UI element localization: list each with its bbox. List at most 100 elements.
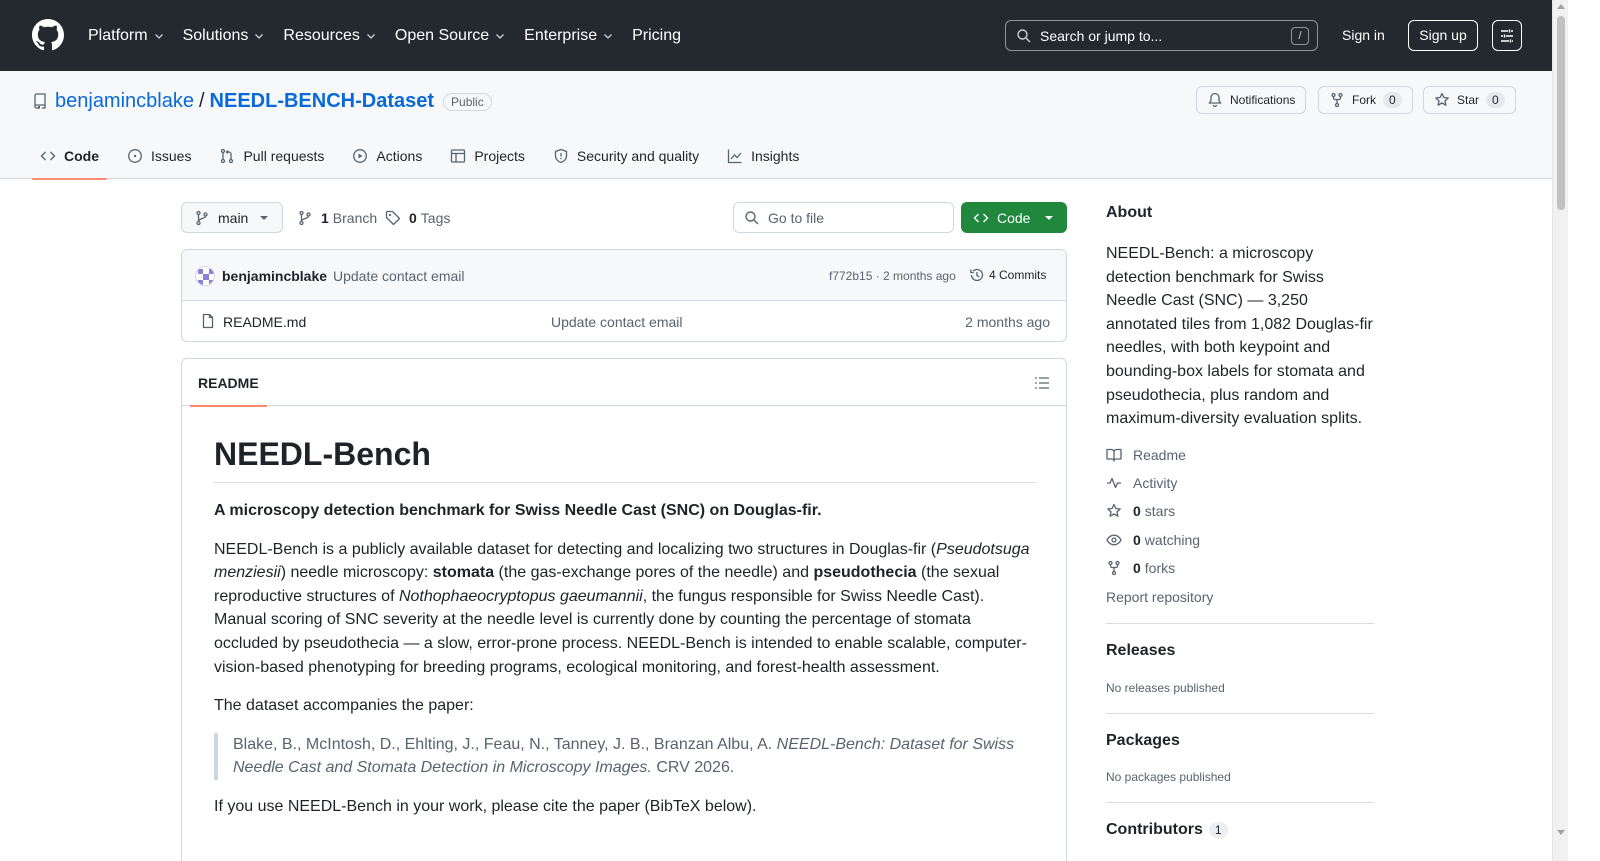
- about-title: About: [1106, 204, 1153, 221]
- watching-count: 0: [1133, 532, 1141, 548]
- readme-content: NEEDL-Bench A microscopy detection bench…: [214, 436, 1036, 834]
- readme-tab[interactable]: README: [190, 359, 267, 407]
- go-to-file-input[interactable]: Go to file: [733, 202, 954, 233]
- notifications-label: Notifications: [1230, 93, 1296, 107]
- fungus-name: Nothophaeocryptopus gaeumannii: [398, 587, 643, 605]
- citation-authors: Blake, B., McIntosh, D., Ehlting, J., Fe…: [233, 735, 777, 753]
- repo-owner-link[interactable]: benjamincblake: [55, 90, 194, 113]
- page-scrollbar[interactable]: [1552, 0, 1568, 861]
- forks-link[interactable]: 0 forks: [1106, 560, 1175, 576]
- chevron-down-icon: [154, 33, 163, 39]
- releases-heading[interactable]: Releases: [1106, 642, 1175, 660]
- commit-message-link[interactable]: Update contact email: [333, 268, 465, 284]
- branch-name: main: [218, 209, 249, 226]
- main-nav: Platform Solutions Resources Open Source…: [88, 0, 699, 71]
- nav-pricing[interactable]: Pricing: [632, 27, 681, 45]
- scrollbar-thumb[interactable]: [1557, 16, 1565, 210]
- nav-open-source-label: Open Source: [394, 26, 490, 44]
- activity-link[interactable]: Activity: [1106, 475, 1177, 491]
- search-placeholder: Search or jump to...: [1040, 27, 1163, 44]
- search-input[interactable]: Search or jump to... /: [1005, 20, 1318, 51]
- fork-label: Fork: [1352, 93, 1376, 107]
- star-icon: [1107, 503, 1121, 517]
- tab-code-label: Code: [64, 148, 99, 164]
- github-logo-icon[interactable]: [32, 19, 64, 51]
- branch-icon: [299, 210, 311, 226]
- table-icon: [451, 149, 466, 163]
- avatar[interactable]: [195, 266, 215, 286]
- sign-in-link[interactable]: Sign in: [1342, 27, 1385, 43]
- packages-heading[interactable]: Packages: [1106, 732, 1180, 750]
- contributors-label: Contributors: [1106, 821, 1203, 838]
- go-to-file-placeholder: Go to file: [768, 209, 825, 226]
- nav-platform[interactable]: Platform: [88, 27, 165, 45]
- tag-icon: [385, 210, 401, 226]
- commit-author-link[interactable]: benjamincblake: [222, 268, 327, 284]
- watching-link[interactable]: 0 watching: [1106, 532, 1200, 548]
- tab-insights[interactable]: Insights: [719, 133, 807, 179]
- nav-open-source[interactable]: Open Source: [395, 27, 506, 45]
- branch-select-button[interactable]: main: [181, 202, 283, 233]
- repo-title: benjamincblake / NEEDL-BENCH-Dataset Pub…: [55, 90, 492, 113]
- tab-issues-label: Issues: [151, 148, 192, 164]
- contributors-heading[interactable]: Contributors 1: [1106, 821, 1228, 839]
- star-button[interactable]: Star 0: [1423, 86, 1516, 114]
- sidebar: About NEEDL-Bench: a microscopy detectio…: [1106, 204, 1374, 838]
- sign-up-button[interactable]: Sign up: [1408, 20, 1478, 51]
- file-name-link[interactable]: README.md: [223, 314, 306, 330]
- tab-pull-requests[interactable]: Pull requests: [211, 133, 332, 179]
- repo-name-link[interactable]: NEEDL-BENCH-Dataset: [210, 90, 434, 113]
- scroll-up-arrow-icon[interactable]: [1557, 4, 1565, 9]
- repo-header: benjamincblake / NEEDL-BENCH-Dataset Pub…: [0, 71, 1552, 180]
- notifications-button[interactable]: Notifications: [1196, 86, 1307, 114]
- readme-header: README: [182, 359, 1066, 407]
- stars-link[interactable]: 0 stars: [1106, 503, 1175, 519]
- search-shortcut-key: /: [1291, 27, 1309, 45]
- fork-icon: [1108, 560, 1120, 576]
- branch-count: 1: [321, 210, 329, 226]
- commit-hash-time[interactable]: f772b15 · 2 months ago: [829, 269, 956, 283]
- nav-resources[interactable]: Resources: [283, 27, 376, 45]
- commits-history-link[interactable]: 4 Commits: [969, 267, 1046, 283]
- code-download-button[interactable]: Code: [961, 202, 1067, 233]
- readme-link[interactable]: Readme: [1106, 447, 1186, 463]
- search-icon: [1017, 28, 1031, 42]
- citation-venue: CRV 2026.: [651, 759, 735, 777]
- fork-icon: [1331, 92, 1343, 108]
- book-icon: [1106, 448, 1122, 462]
- tab-issues[interactable]: Issues: [119, 133, 199, 179]
- nav-solutions[interactable]: Solutions: [183, 27, 266, 45]
- tag-label: Tags: [420, 210, 451, 226]
- play-icon: [353, 149, 368, 163]
- menu-button[interactable]: [1492, 20, 1522, 51]
- file-icon: [202, 313, 214, 329]
- report-repository-link[interactable]: Report repository: [1106, 589, 1213, 605]
- file-list: benjamincblake Update contact email f772…: [181, 249, 1067, 342]
- history-icon: [970, 268, 984, 282]
- nav-enterprise-label: Enterprise: [524, 26, 598, 44]
- tab-projects[interactable]: Projects: [442, 133, 533, 179]
- releases-empty: No releases published: [1106, 681, 1225, 695]
- fork-button[interactable]: Fork 0: [1318, 86, 1413, 114]
- file-commit-message-link[interactable]: Update contact email: [551, 314, 683, 330]
- sliders-icon: [1501, 29, 1513, 42]
- tab-actions[interactable]: Actions: [344, 133, 430, 179]
- tags-link[interactable]: 0 Tags: [385, 210, 450, 226]
- scroll-down-arrow-icon[interactable]: [1557, 830, 1565, 835]
- star-count: 0: [1486, 92, 1505, 108]
- branches-link[interactable]: 1 Branch: [297, 210, 377, 226]
- nav-enterprise[interactable]: Enterprise: [524, 27, 614, 45]
- tab-projects-label: Projects: [474, 148, 525, 164]
- tab-security[interactable]: Security and quality: [545, 133, 707, 179]
- global-header: Platform Solutions Resources Open Source…: [0, 0, 1600, 71]
- repo-separator: /: [198, 90, 205, 112]
- tab-actions-label: Actions: [376, 148, 423, 164]
- chevron-down-icon: [604, 33, 613, 39]
- chevron-down-icon: [496, 33, 505, 39]
- tab-code[interactable]: Code: [32, 133, 107, 180]
- page-margin: [1568, 0, 1600, 861]
- tab-pull-requests-label: Pull requests: [243, 148, 325, 164]
- report-label: Report repository: [1106, 589, 1214, 605]
- file-date: 2 months ago: [965, 314, 1050, 330]
- list-icon[interactable]: [1034, 375, 1050, 391]
